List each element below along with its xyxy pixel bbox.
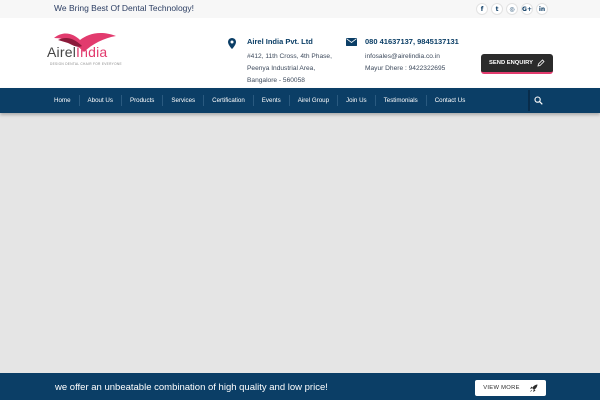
nav-item-join-us[interactable]: Join Us — [338, 95, 376, 106]
nav-item-services[interactable]: Services — [163, 95, 205, 106]
pencil-icon — [537, 59, 545, 67]
contact-person: Mayur Dhere : 9422322695 — [365, 65, 446, 72]
send-enquiry-button[interactable]: SEND ENQUIRY — [481, 54, 553, 74]
phone-numbers[interactable]: 080 41637137, 9845137131 — [365, 37, 475, 46]
address-line: #412, 11th Cross, 4th Phase, — [247, 53, 332, 60]
search-icon[interactable] — [534, 96, 543, 105]
logo-text-airel: Airel — [47, 44, 77, 60]
company-name: Airel India Pvt. Ltd — [247, 37, 313, 46]
twitter-icon[interactable]: t — [491, 3, 503, 15]
top-bar: We Bring Best Of Dental Technology! f t … — [0, 0, 600, 18]
view-more-label: VIEW MORE — [483, 385, 520, 391]
google-plus-icon[interactable]: G+ — [521, 3, 533, 15]
nav-item-certification[interactable]: Certification — [204, 95, 254, 106]
map-marker-icon — [228, 38, 236, 49]
promo-banner: we offer an unbeatable combination of hi… — [0, 373, 600, 400]
rocket-icon — [529, 384, 538, 392]
nav-divider — [528, 90, 530, 111]
nav-item-testimonials[interactable]: Testimonials — [376, 95, 427, 106]
linkedin-icon[interactable]: in — [536, 3, 548, 15]
instagram-icon[interactable]: ◎ — [506, 3, 518, 15]
facebook-icon[interactable]: f — [476, 3, 488, 15]
main-nav: Home About Us Products Services Certific… — [0, 88, 600, 113]
send-enquiry-label: SEND ENQUIRY — [489, 60, 533, 66]
nav-item-about-us[interactable]: About Us — [80, 95, 122, 106]
nav-item-products[interactable]: Products — [122, 95, 164, 106]
logo-text-india: India — [76, 44, 108, 60]
logo-tagline: DESIGN DENTAL CHAIR FOR EVERYONE — [50, 62, 122, 66]
tagline: We Bring Best Of Dental Technology! — [54, 3, 195, 13]
address-line: Peenya Industrial Area, — [247, 65, 316, 72]
envelope-icon — [346, 38, 357, 46]
nav-item-events[interactable]: Events — [254, 95, 290, 106]
nav-item-airel-group[interactable]: Airel Group — [290, 95, 339, 106]
logo-text: AirelIndia — [47, 44, 107, 60]
site-header: AirelIndia DESIGN DENTAL CHAIR FOR EVERY… — [0, 18, 600, 88]
nav-item-home[interactable]: Home — [46, 95, 80, 106]
view-more-button[interactable]: VIEW MORE — [475, 380, 546, 396]
nav-item-contact-us[interactable]: Contact Us — [427, 95, 474, 106]
promo-text: we offer an unbeatable combination of hi… — [55, 382, 328, 393]
social-links: f t ◎ G+ in — [476, 3, 548, 15]
address-block: Airel India Pvt. Ltd #412, 11th Cross, 4… — [247, 37, 357, 87]
email-link[interactable]: infosales@airelindia.co.in — [365, 51, 475, 63]
contact-block: 080 41637137, 9845137131 infosales@airel… — [365, 37, 475, 75]
address-line: Bangalore - 560058 — [247, 77, 305, 84]
nav-items: Home About Us Products Services Certific… — [46, 88, 473, 113]
